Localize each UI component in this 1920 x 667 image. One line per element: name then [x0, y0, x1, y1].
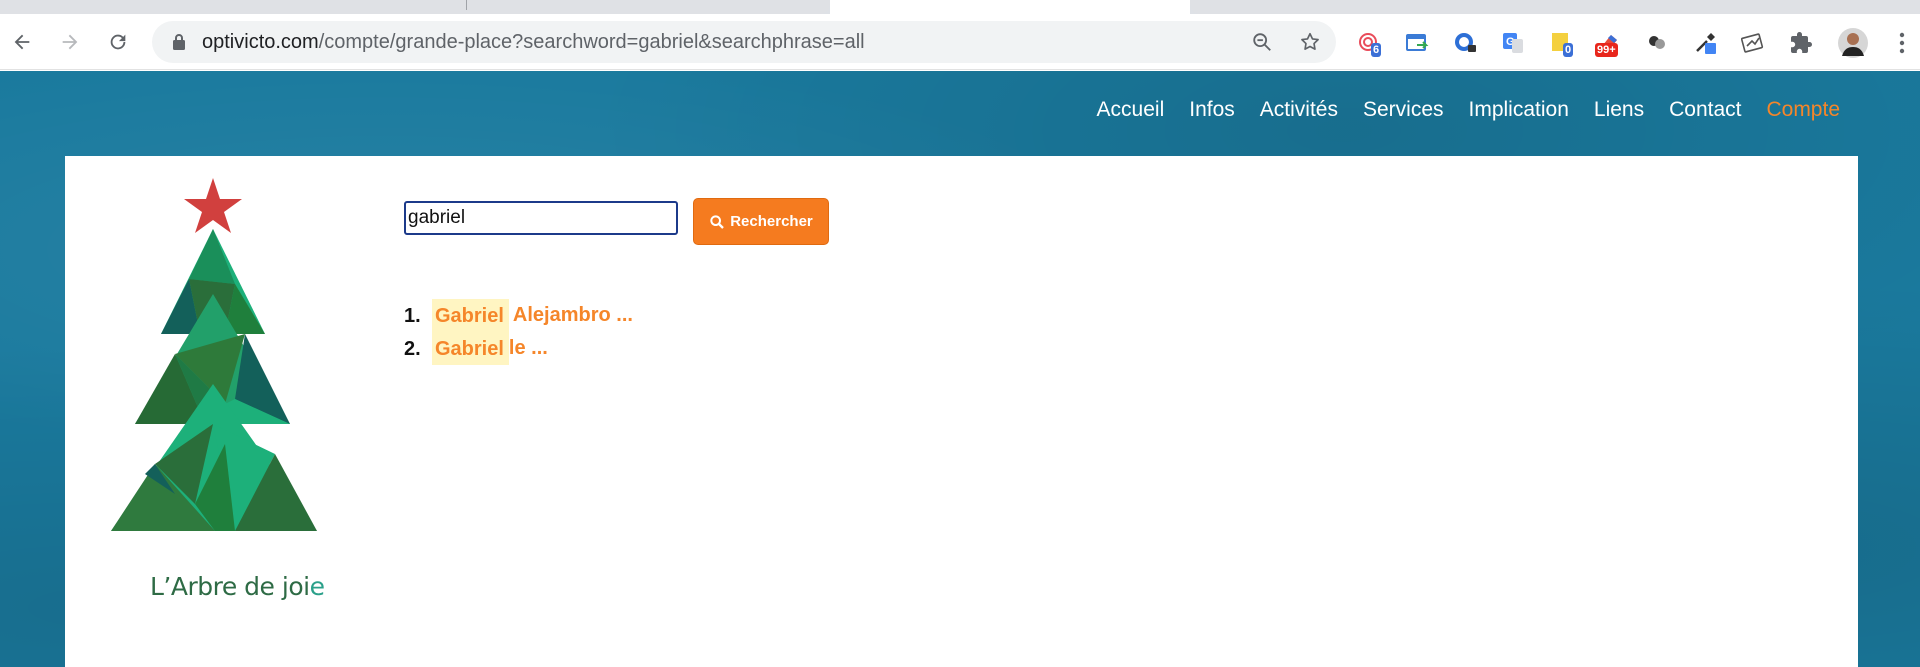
nav-item-contact[interactable]: Contact	[1669, 98, 1741, 122]
back-button[interactable]	[8, 28, 36, 56]
result-title-rest: le ...	[508, 337, 548, 359]
nav-item-compte[interactable]: Compte	[1766, 98, 1840, 122]
translate-icon[interactable]: G	[1499, 29, 1527, 57]
logo-text: L’Arbre de joie	[150, 572, 325, 601]
search-results: 1. Gabriel Alejambro ... 2. Gabriel le .…	[404, 299, 633, 365]
christmas-tree-icon	[111, 178, 317, 531]
nav-item-implication[interactable]: Implication	[1469, 98, 1569, 122]
color-picker-icon[interactable]	[1691, 29, 1719, 57]
bookmark-star-icon[interactable]	[1298, 30, 1322, 54]
logo-text-end: e	[309, 572, 325, 601]
search-input[interactable]	[404, 201, 678, 235]
result-link[interactable]: Gabriel le ...	[432, 332, 548, 365]
tab-active[interactable]	[830, 0, 1190, 14]
nav-item-liens[interactable]: Liens	[1594, 98, 1644, 122]
search-button[interactable]: Rechercher	[693, 198, 829, 245]
extension-eraser-icon[interactable]: 99+	[1595, 29, 1623, 57]
extension-badge-count: 0	[1563, 43, 1574, 57]
extensions-puzzle-icon[interactable]	[1787, 29, 1815, 57]
url-text[interactable]: optivicto.com/compte/grande-place?search…	[202, 21, 865, 63]
nav-item-infos[interactable]: Infos	[1189, 98, 1235, 122]
result-highlight: Gabriel	[432, 332, 509, 365]
result-link[interactable]: Gabriel Alejambro ...	[432, 299, 633, 332]
tab-separator	[466, 0, 467, 10]
url-domain: optivicto.com	[202, 31, 319, 53]
extension-balls-icon[interactable]	[1643, 29, 1671, 57]
extension-notes-icon[interactable]: 0	[1547, 29, 1575, 57]
forward-arrow-icon	[62, 34, 78, 50]
result-item: 1. Gabriel Alejambro ...	[404, 299, 633, 332]
extension-swirl-icon[interactable]: 6	[1355, 29, 1383, 57]
lock-icon[interactable]	[172, 33, 186, 56]
site-logo[interactable]: L’Arbre de joie	[85, 174, 355, 601]
back-arrow-icon	[14, 34, 30, 50]
extension-draw-icon[interactable]	[1739, 29, 1767, 57]
forward-button[interactable]	[56, 28, 84, 56]
extension-badge-count: 99+	[1595, 43, 1618, 57]
result-number: 1.	[404, 304, 421, 327]
result-highlight: Gabriel	[432, 299, 509, 332]
main-navigation: Accueil Infos Activités Services Implica…	[1072, 98, 1840, 122]
reload-icon	[110, 34, 126, 50]
tab-inactive-left[interactable]	[0, 0, 830, 14]
extension-badge-count: 6	[1371, 43, 1382, 57]
tab-inactive-right[interactable]	[1190, 0, 1920, 14]
content-card: L’Arbre de joie Rechercher 1. Gabriel Al…	[65, 156, 1858, 667]
page-background: Accueil Infos Activités Services Implica…	[0, 71, 1920, 667]
tab-strip	[0, 0, 1920, 14]
zoom-icon[interactable]	[1250, 30, 1274, 54]
nav-item-services[interactable]: Services	[1363, 98, 1444, 122]
nav-item-accueil[interactable]: Accueil	[1097, 98, 1165, 122]
extension-screen-icon[interactable]	[1403, 29, 1431, 57]
search-button-label: Rechercher	[730, 213, 813, 230]
address-bar[interactable]: optivicto.com/compte/grande-place?search…	[152, 21, 1336, 63]
browser-menu-icon[interactable]	[1888, 29, 1916, 57]
nav-item-activites[interactable]: Activités	[1260, 98, 1338, 122]
result-number: 2.	[404, 337, 421, 360]
avatar[interactable]	[1838, 28, 1868, 58]
browser-toolbar: optivicto.com/compte/grande-place?search…	[0, 14, 1920, 70]
logo-text-main: L’Arbre de joi	[150, 572, 310, 601]
extension-password-icon[interactable]	[1451, 29, 1479, 57]
url-path: /compte/grande-place?searchword=gabriel&…	[318, 31, 865, 53]
result-item: 2. Gabriel le ...	[404, 332, 633, 365]
result-title-rest: Alejambro ...	[512, 304, 633, 326]
search-icon	[710, 214, 725, 229]
reload-button[interactable]	[104, 28, 132, 56]
